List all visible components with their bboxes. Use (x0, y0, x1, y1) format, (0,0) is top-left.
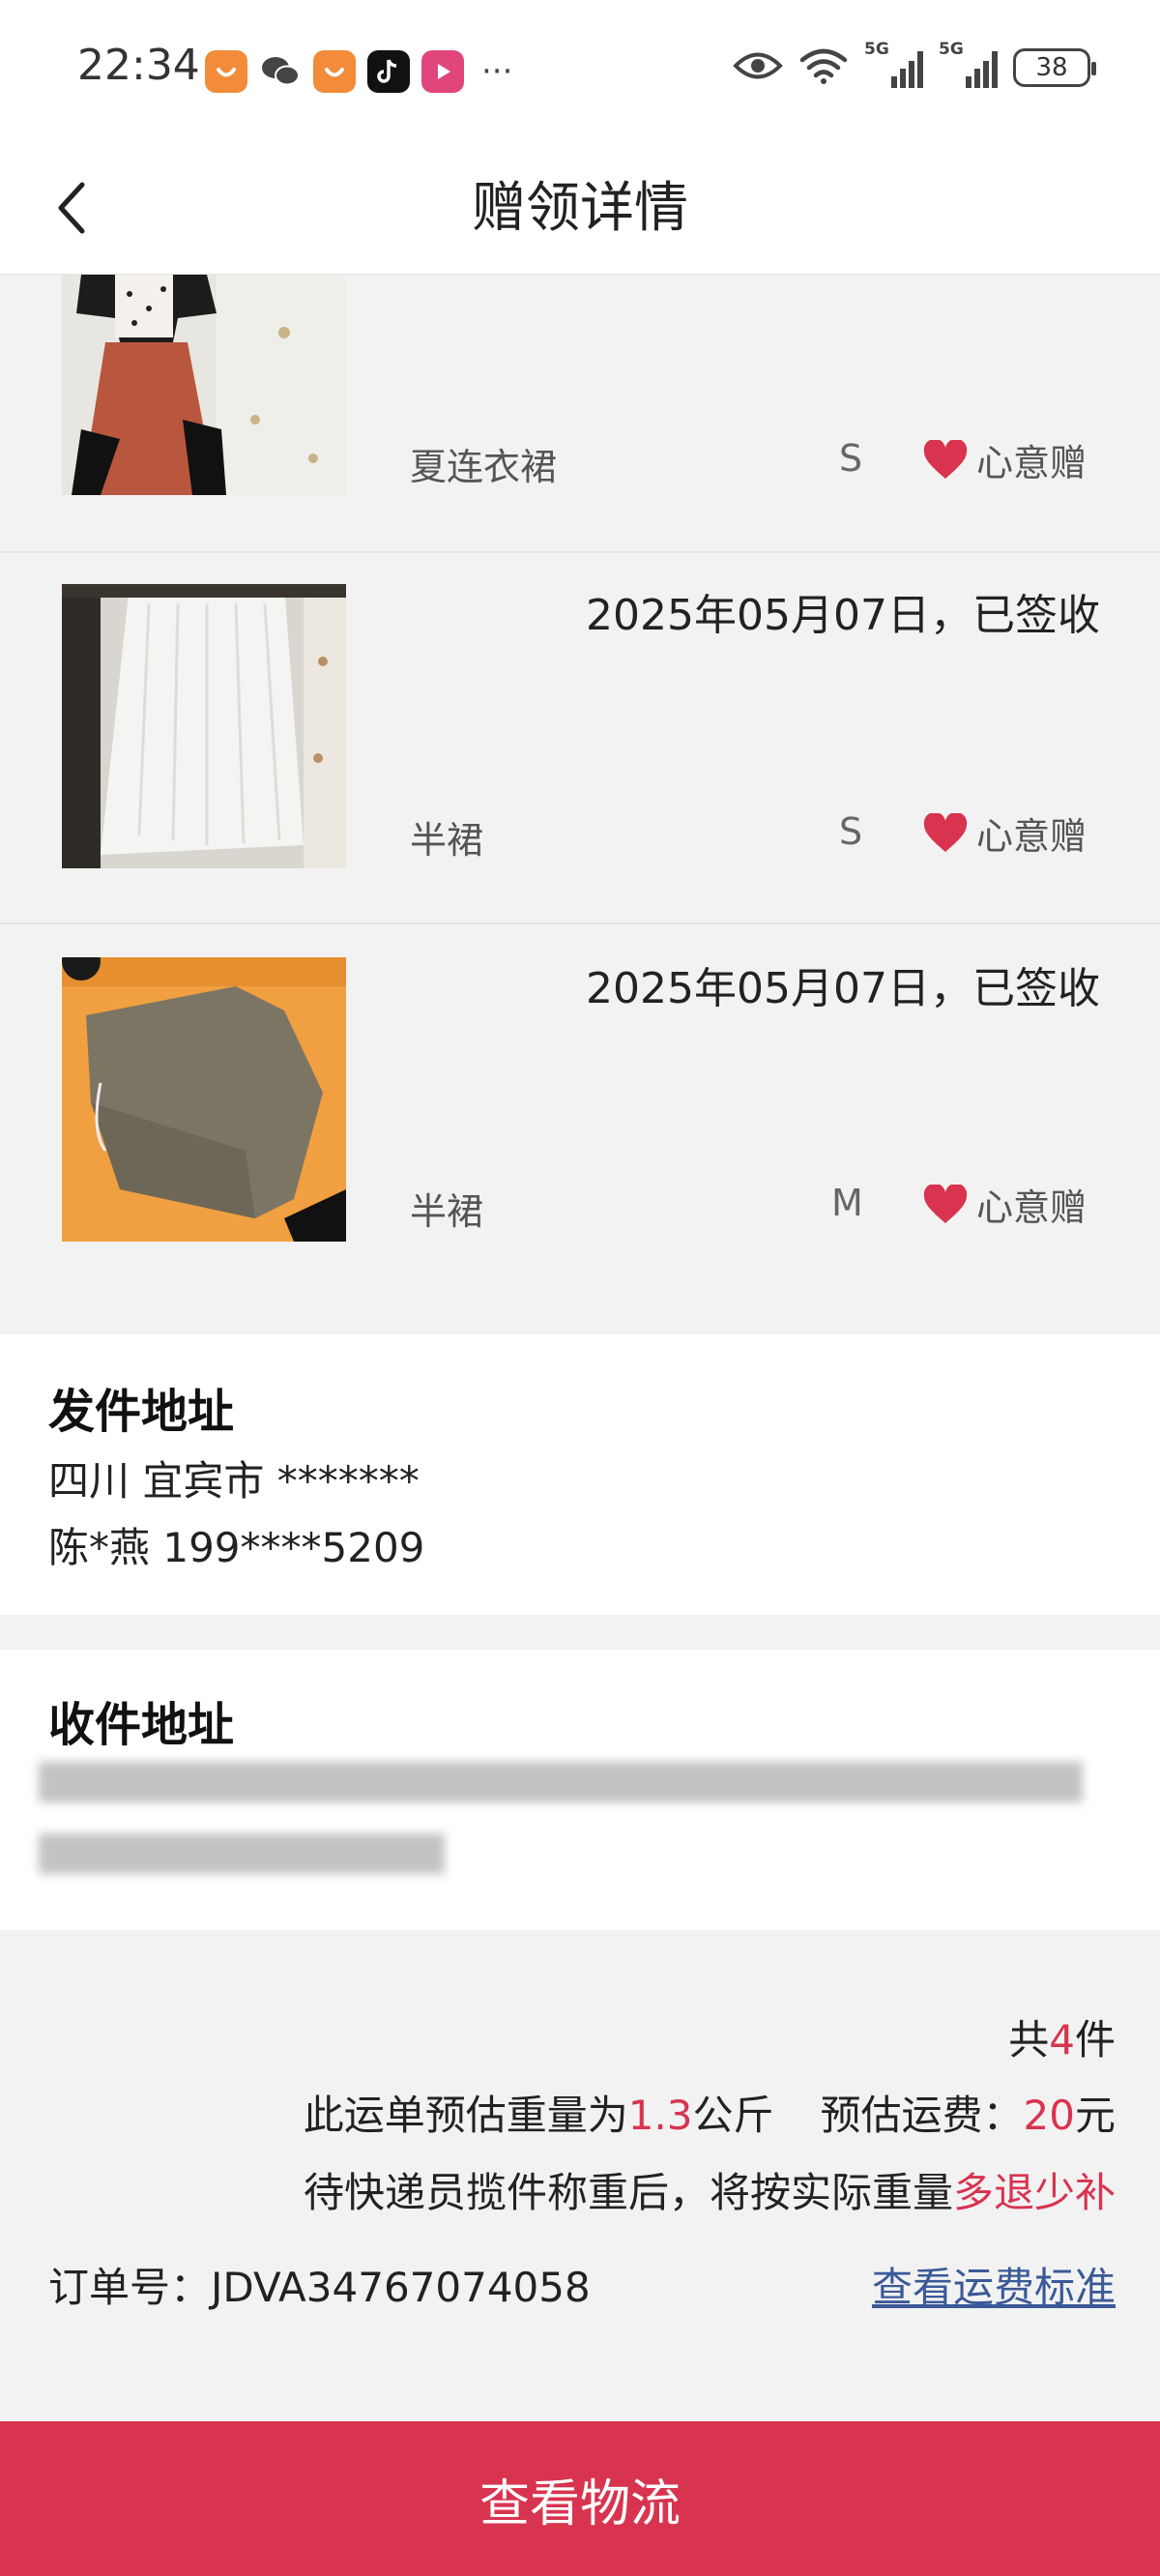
item-name: 半裙 (410, 819, 484, 862)
signal-5g-icon: 5G (939, 40, 998, 88)
item-tag: 心意赠 (922, 806, 1087, 860)
redacted-contact (39, 1833, 445, 1874)
heart-icon (923, 439, 968, 479)
battery-icon: 38 (1013, 48, 1096, 87)
heart-icon (923, 812, 968, 852)
list-item[interactable]: 夏连衣裙 S 心意赠 (0, 275, 1160, 553)
item-photo (62, 957, 346, 1242)
sender-address-card: 发件地址 四川 宜宾市 ******* 陈*燕 199****5209 (0, 1334, 1160, 1615)
video-icon (421, 50, 464, 93)
notification-icons: ··· (205, 50, 512, 93)
page-title: 赠领详情 (472, 177, 688, 240)
sender-address: 四川 宜宾市 ******* (48, 1457, 420, 1505)
receiver-address-card: 收件地址 (0, 1650, 1160, 1930)
system-status: 5G 5G 38 (733, 40, 1096, 89)
eye-icon (733, 49, 783, 86)
item-name: 夏连衣裙 (410, 446, 558, 488)
weight-fee-line: 此运单预估重量为1.3公斤 预估运费：20元 (303, 2092, 1116, 2139)
item-name: 半裙 (410, 1190, 484, 1233)
more-notifications-icon: ··· (481, 52, 513, 91)
item-date: 2025年05月07日，已签收 (586, 591, 1100, 640)
item-tag: 心意赠 (922, 433, 1087, 486)
shipping-fee-standard-link[interactable]: 查看运费标准 (872, 2255, 1116, 2314)
item-date: 2025年05月07日，已签收 (586, 964, 1100, 1013)
tiktok-icon (367, 50, 410, 93)
item-count: 共4件 (1008, 2016, 1116, 2064)
wechat-icon (259, 50, 302, 93)
sender-contact: 陈*燕 199****5209 (48, 1524, 425, 1571)
list-item[interactable]: 2025年05月07日，已签收 半裙 M 心意赠 (0, 924, 1160, 1334)
redacted-address (39, 1762, 1083, 1802)
item-size: S (839, 437, 863, 480)
status-time: 22:34 (77, 41, 200, 90)
view-logistics-button[interactable]: 查看物流 (0, 2421, 1160, 2576)
order-number: 订单号：JDVA34767074058 (48, 2264, 591, 2311)
item-photo (62, 275, 346, 495)
taobao-icon (205, 50, 247, 93)
heart-icon (923, 1184, 968, 1223)
order-summary: 共4件 此运单预估重量为1.3公斤 预估运费：20元 待快递员揽件称重后，将按实际… (0, 1930, 1160, 2421)
nav-bar: 赠领详情 (0, 145, 1160, 275)
taobao-icon (313, 50, 356, 93)
battery-level: 38 (1035, 53, 1068, 82)
signal-5g-icon: 5G (864, 40, 923, 88)
item-size: S (839, 810, 863, 853)
item-photo (62, 584, 346, 868)
receiver-title: 收件地址 (48, 1698, 235, 1752)
sender-title: 发件地址 (48, 1385, 235, 1439)
item-tag: 心意赠 (922, 1178, 1087, 1231)
refund-note: 待快递员揽件称重后，将按实际重量多退少补 (303, 2169, 1116, 2216)
status-bar: 22:34 ··· 5G 5G 38 (0, 0, 1160, 145)
wifi-icon (798, 46, 849, 89)
list-item[interactable]: 2025年05月07日，已签收 半裙 S 心意赠 (0, 553, 1160, 924)
item-size: M (831, 1182, 863, 1224)
